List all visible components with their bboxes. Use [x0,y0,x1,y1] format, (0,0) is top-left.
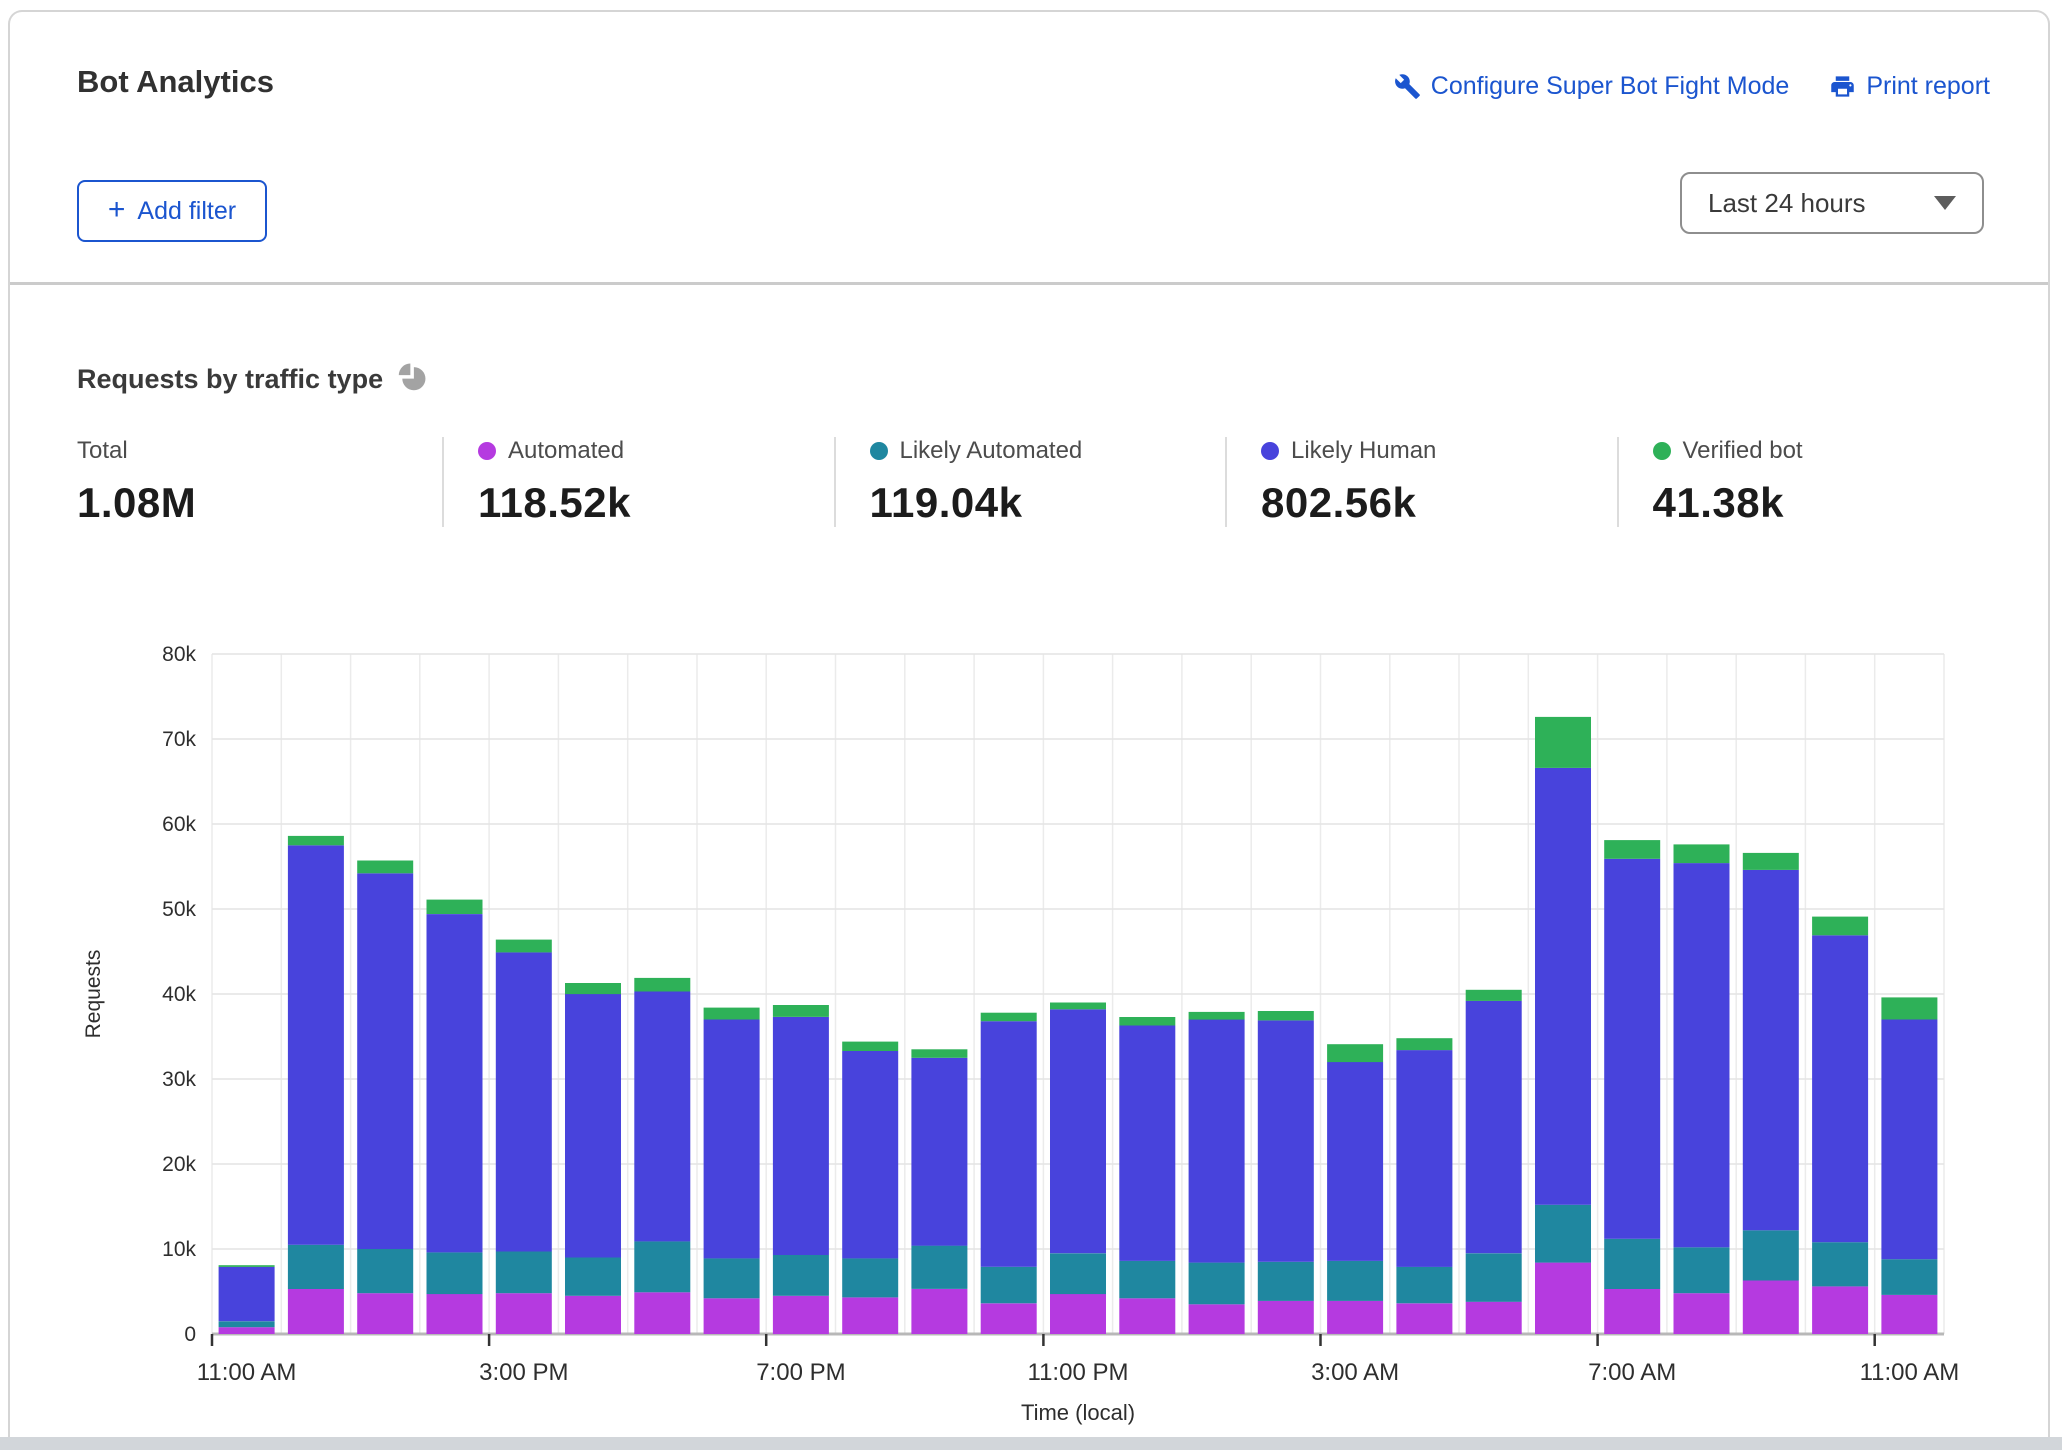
svg-text:7:00 AM: 7:00 AM [1588,1359,1676,1386]
svg-text:11:00 AM: 11:00 AM [197,1359,297,1386]
svg-text:11:00 AM: 11:00 AM [1860,1359,1960,1386]
bot-analytics-card: Bot Analytics Configure Super Bot Fight … [8,10,2050,1450]
svg-text:11:00 PM: 11:00 PM [1028,1359,1129,1386]
svg-text:Time (local): Time (local) [1021,1400,1135,1425]
svg-text:80k: 80k [162,643,196,666]
svg-text:3:00 AM: 3:00 AM [1311,1359,1399,1386]
svg-text:30k: 30k [162,1068,196,1091]
svg-text:40k: 40k [162,983,196,1006]
requests-stacked-bar-chart[interactable]: 0 10k 20k 30k 40k 50k 60k 70k 80k 11:00 AM 3:00 PM… [10,12,2052,1442]
svg-text:Requests: Requests [82,950,105,1039]
svg-text:3:00 PM: 3:00 PM [479,1359,568,1386]
svg-text:7:00 PM: 7:00 PM [756,1359,845,1386]
svg-text:70k: 70k [162,728,196,751]
svg-text:60k: 60k [162,813,196,836]
bottom-divider [0,1437,2062,1450]
svg-text:20k: 20k [162,1153,196,1176]
svg-text:0: 0 [184,1323,196,1346]
svg-text:10k: 10k [162,1238,196,1261]
svg-text:50k: 50k [162,898,196,921]
